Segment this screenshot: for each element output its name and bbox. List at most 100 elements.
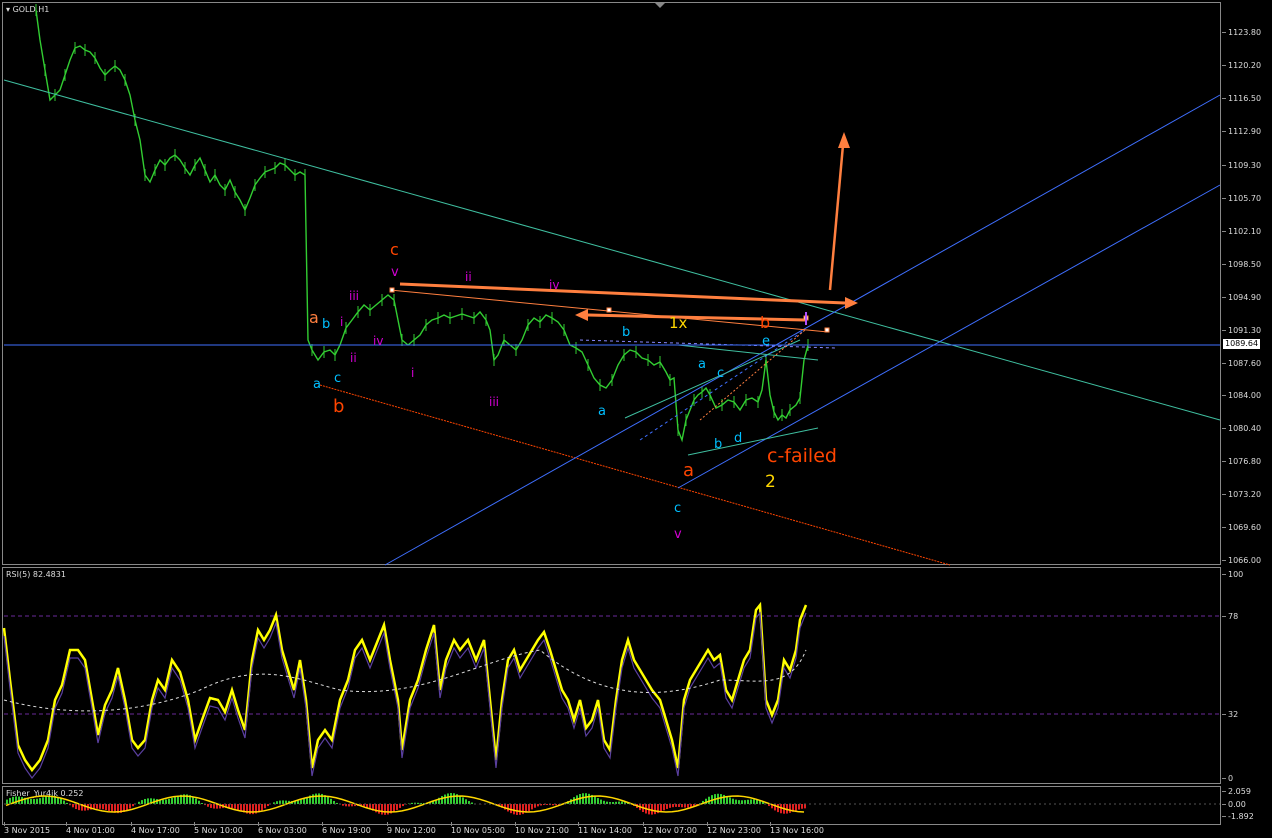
time-axis-label: 12 Nov 07:00 — [643, 826, 697, 835]
price-axis-label: 1076.80 — [1228, 457, 1262, 466]
price-axis-label: 1069.60 — [1228, 523, 1262, 532]
fisher-bar — [552, 804, 554, 806]
wave-label-d-cyan: d — [734, 431, 743, 446]
price-axis-label: 1123.80 — [1228, 28, 1262, 37]
fisher-axis-label: 0.00 — [1228, 800, 1246, 809]
wave-label-1x: 1x — [669, 314, 688, 332]
wave-label-i-left: i — [340, 315, 344, 329]
wave-label-e-cyan: e — [762, 334, 770, 349]
price-axis-label: 1098.50 — [1228, 260, 1262, 269]
fisher-bar — [528, 804, 530, 812]
time-axis-tick — [515, 822, 516, 826]
fisher-bar — [447, 793, 449, 804]
price-series-line — [35, 9, 809, 443]
fisher-bar — [63, 800, 65, 804]
wave-label-iii-mid: iii — [489, 395, 500, 409]
fisher-bar — [516, 804, 518, 815]
fisher-bar — [207, 804, 209, 807]
fisher-bar — [351, 804, 353, 807]
wave-label-c-cyan-bottom: c — [674, 501, 682, 516]
fisher-bar — [267, 804, 269, 807]
fisher-bar — [264, 804, 266, 809]
axis-tick — [1222, 65, 1226, 66]
fisher-bar — [399, 804, 401, 808]
fisher-bar — [168, 798, 170, 804]
fisher-bar — [735, 799, 737, 804]
fisher-bar — [450, 793, 452, 804]
fisher-bar — [522, 804, 524, 815]
price-axis-label: 1066.00 — [1228, 556, 1262, 565]
axis-tick — [1222, 231, 1226, 232]
price-axis-label: 1105.70 — [1228, 194, 1262, 203]
fisher-bar — [330, 798, 332, 804]
anchor-point — [606, 307, 612, 313]
fisher-bar — [729, 797, 731, 804]
fisher-bar — [669, 804, 671, 808]
time-axis-tick — [4, 822, 5, 826]
fisher-bar — [195, 798, 197, 804]
channel-line-blue-2 — [677, 184, 1221, 489]
wave-label-a-orange-bottom: a — [683, 460, 695, 481]
fisher-bar — [738, 800, 740, 804]
wave-label-c-major: c — [390, 240, 399, 259]
axis-tick — [1222, 131, 1226, 132]
arrow-right-head — [845, 297, 858, 309]
fisher-bar — [261, 804, 263, 811]
price-axis[interactable]: 1123.80 1120.20 1116.50 1112.90 1109.30 1105.… — [1222, 0, 1272, 566]
fisher-bar — [315, 793, 317, 804]
time-axis-tick — [194, 822, 195, 826]
wave-label-i-mid: i — [411, 366, 415, 380]
time-axis-tick — [451, 822, 452, 826]
fisher-bar — [651, 804, 653, 815]
wave-label-iii-left: iii — [349, 289, 360, 303]
chart-window: { "window": {"symbol_title": "GOLD,H1"},… — [0, 0, 1272, 838]
fisher-axis-label: 2.059 — [1228, 787, 1251, 796]
wave-label-c-failed: c-failed — [767, 445, 837, 467]
time-axis-tick — [643, 822, 644, 826]
time-axis-tick — [322, 822, 323, 826]
axis-tick — [1222, 791, 1226, 792]
time-axis-tick — [131, 822, 132, 826]
time-axis-label: 11 Nov 14:00 — [578, 826, 632, 835]
fisher-bar — [30, 798, 32, 804]
rsi-axis: 100 78 32 0 — [1222, 566, 1272, 786]
time-axis-tick — [707, 822, 708, 826]
fisher-bar — [6, 799, 8, 804]
fisher-bar — [108, 804, 110, 812]
wave-label-b-cyan-left: b — [322, 317, 331, 332]
axis-tick — [1222, 461, 1226, 462]
axis-tick — [1222, 616, 1226, 617]
fisher-bar — [444, 794, 446, 804]
fisher-bar — [336, 802, 338, 804]
axis-tick — [1222, 804, 1226, 805]
fisher-bar — [174, 796, 176, 804]
axis-tick — [1222, 428, 1226, 429]
fisher-bar — [798, 804, 800, 810]
axis-tick — [1222, 778, 1226, 779]
fisher-bar — [84, 804, 86, 811]
anchor-point — [389, 287, 395, 293]
fisher-bar — [102, 804, 104, 810]
fisher-bar — [681, 804, 683, 808]
fisher-bar — [513, 804, 515, 815]
fisher-bar — [606, 801, 608, 804]
wave-label-a-cyan-right: a — [698, 357, 706, 372]
fisher-bar — [129, 804, 131, 809]
wave-label-iv-top: iv — [549, 278, 560, 292]
fisher-bar — [741, 800, 743, 804]
wave-label-a-orange: a — [309, 308, 319, 327]
axis-tick — [1222, 714, 1226, 715]
chart-drawing-layer — [2, 4, 1221, 815]
anchor-point — [824, 327, 830, 333]
fisher-bar — [42, 797, 44, 804]
time-axis-label: 4 Nov 01:00 — [66, 826, 115, 835]
price-axis-label: 1080.40 — [1228, 424, 1262, 433]
fisher-bar — [612, 802, 614, 804]
fisher-axis-label: -1.892 — [1228, 812, 1254, 821]
fisher-bar — [171, 797, 173, 804]
time-axis-label: 6 Nov 19:00 — [322, 826, 371, 835]
wave-label-b-orange-right: b — [760, 313, 771, 332]
fisher-bar — [66, 802, 68, 804]
fisher-axis: 2.059 0.00 -1.892 — [1222, 786, 1272, 826]
rsi-axis-label: 78 — [1228, 612, 1239, 621]
